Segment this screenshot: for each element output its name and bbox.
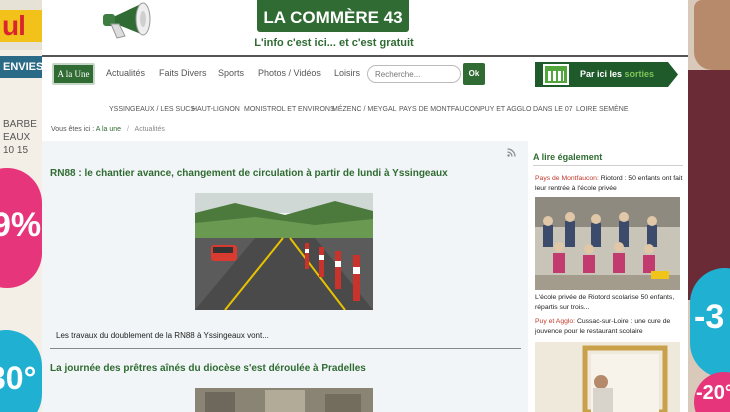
region-nav: YSSINGEAUX / LES SUCS HAUT-LIGNON MONIST…: [42, 106, 688, 118]
ad-discount-value: -20°: [696, 382, 730, 404]
search-button[interactable]: Ok: [463, 63, 485, 85]
sidebar-item-image[interactable]: [535, 197, 680, 290]
article-summary: Les travaux du doublement de la RN88 à Y…: [56, 331, 269, 340]
sorties-banner-text: Par ici les sorties: [580, 69, 654, 79]
nav-item-photos-videos[interactable]: Photos / Vidéos: [258, 68, 321, 78]
region-link[interactable]: HAUT-LIGNON: [192, 106, 240, 113]
region-link[interactable]: MÉZENC / MEYGAL: [332, 106, 397, 113]
region-link[interactable]: PUY ET AGGLO: [480, 106, 532, 113]
sidebar-item-image[interactable]: [535, 342, 680, 412]
article-title[interactable]: La journée des prêtres aînés du diocèse …: [50, 363, 366, 374]
region-link[interactable]: PAYS DE MONTFAUCON: [399, 106, 480, 113]
ad-text-line: BARBE: [3, 119, 37, 130]
breadcrumb: Vous êtes ici : A la une / Actualités: [51, 126, 165, 133]
rss-icon[interactable]: [507, 148, 516, 157]
ad-discount-pink: 9%: [0, 168, 42, 288]
sidebar-item-caption: L'école privée de Riotord scolarise 50 e…: [535, 294, 675, 311]
region-link[interactable]: YSSINGEAUX / LES SUCS: [109, 106, 195, 113]
breadcrumb-link[interactable]: A la une: [96, 126, 121, 133]
sorties-prefix: Par ici les: [580, 69, 625, 79]
region-link[interactable]: MONISTROL ET ENVIRONS: [244, 106, 335, 113]
nav-item-faits-divers[interactable]: Faits Divers: [159, 68, 207, 78]
breadcrumb-current: Actualités: [134, 126, 165, 133]
article-title[interactable]: RN88 : le chantier avance, changement de…: [50, 168, 448, 179]
search-input[interactable]: [367, 65, 461, 83]
left-advertisement[interactable]: ul ENVIES BARBE EAUX 10 15 9% 30°: [0, 0, 42, 412]
ad-band: ENVIES: [0, 56, 42, 78]
right-advertisement[interactable]: -3 -20°: [688, 0, 730, 412]
ad-discount-value: 9%: [0, 206, 42, 244]
breadcrumb-prefix: Vous êtes ici :: [51, 126, 95, 133]
region-link[interactable]: DANS LE 07: [533, 106, 573, 113]
sorties-highlight: sorties: [624, 69, 655, 79]
ad-person-shirt: [688, 70, 730, 300]
main-nav: A la Une Actualités Faits Divers Sports …: [42, 57, 688, 93]
sidebar-item-headline[interactable]: Pays de Montfaucon: Riotord : 50 enfants…: [535, 174, 683, 194]
sidebar-divider: [533, 165, 683, 166]
sidebar-title: A lire également: [533, 152, 603, 162]
ad-text: BARBE EAUX 10 15: [3, 118, 37, 157]
region-link[interactable]: LOIRE SEMÈNE: [576, 106, 629, 113]
ad-text-line: 10 15: [3, 145, 29, 156]
page: ul ENVIES BARBE EAUX 10 15 9% 30° -3 -20…: [0, 0, 730, 412]
sorties-banner[interactable]: Par ici les sorties: [535, 62, 678, 87]
ad-discount-value: 30°: [0, 360, 37, 396]
ad-brand-block: ul: [0, 10, 42, 42]
sidebar-item-headline[interactable]: Puy et Agglo: Cussac-sur-Loire : une cur…: [535, 317, 683, 337]
ad-discount-pink: -20°: [694, 372, 730, 412]
nav-item-a-la-une[interactable]: A la Une: [52, 63, 95, 85]
ad-brand-text: ul: [2, 10, 26, 41]
ad-text-line: EAUX: [3, 132, 31, 143]
ad-discount-cyan: -3: [690, 268, 730, 378]
ad-person-face: [694, 0, 730, 70]
megaphone-icon: [103, 2, 151, 39]
article-image[interactable]: [195, 193, 373, 310]
calendar-icon: [543, 64, 569, 85]
nav-item-loisirs[interactable]: Loisirs: [334, 68, 360, 78]
sidebar-item-category[interactable]: Puy et Agglo:: [535, 318, 575, 325]
site-header: LA COMMÈRE 43 L'info c'est ici... et c'e…: [42, 0, 688, 55]
site-tagline: L'info c'est ici... et c'est gratuit: [254, 37, 414, 49]
ad-discount-value: -3: [694, 298, 725, 336]
breadcrumb-separator: /: [127, 126, 129, 133]
article-image[interactable]: [195, 388, 373, 412]
nav-item-actualites[interactable]: Actualités: [106, 68, 145, 78]
site-logo[interactable]: LA COMMÈRE 43: [257, 0, 409, 32]
ad-discount-cyan: 30°: [0, 330, 42, 412]
sidebar-item-category[interactable]: Pays de Montfaucon:: [535, 175, 599, 182]
article-divider: [50, 348, 521, 349]
nav-item-sports[interactable]: Sports: [218, 68, 244, 78]
